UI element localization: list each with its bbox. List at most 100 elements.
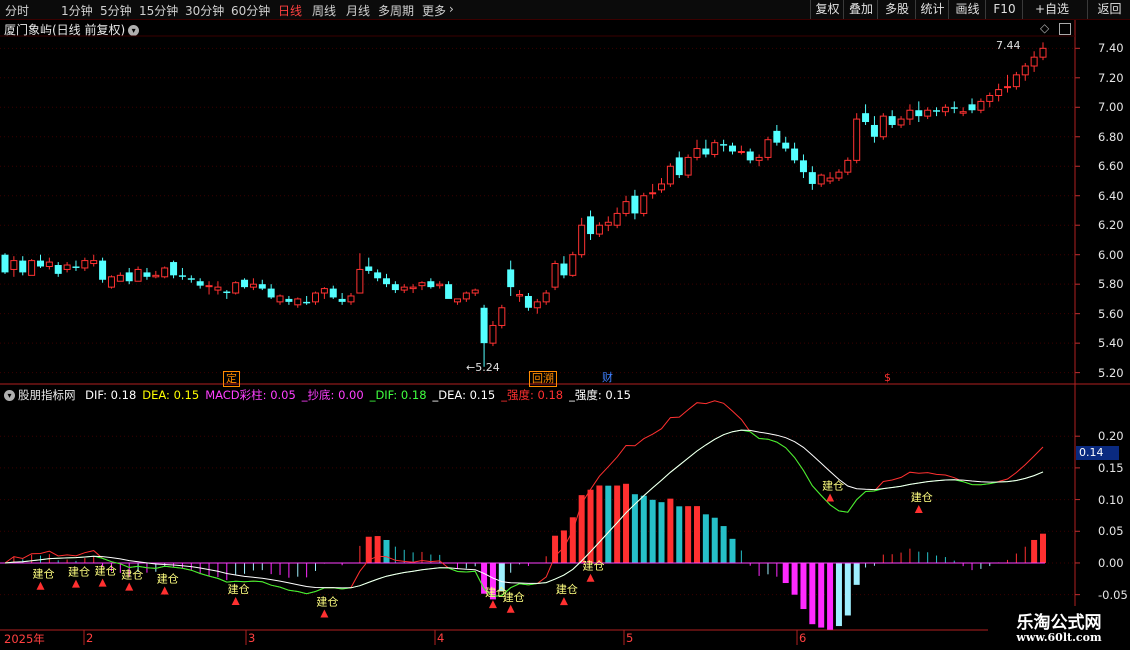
candle-body: [977, 100, 985, 111]
candle-body: [99, 260, 107, 280]
price-tick-label: 5.60: [1098, 306, 1124, 321]
indicator-legend-item: DIF: 0.18: [85, 388, 137, 402]
indicator-legend-item: _DEA: 0.15: [432, 388, 496, 402]
price-tick-label: 6.00: [1098, 247, 1124, 262]
buy-signal-label: 建仓: [68, 565, 90, 579]
up-arrow-icon: [826, 493, 835, 502]
watermark-url: www.60lt.com: [1016, 631, 1102, 644]
chevron-down-icon[interactable]: ▾: [4, 390, 15, 401]
price-tick-label: 6.40: [1098, 188, 1124, 203]
candle-body: [365, 266, 373, 271]
macd-bar: [374, 536, 381, 563]
candle-body: [595, 224, 603, 235]
candle-body: [81, 260, 89, 269]
macd-bar: [1031, 539, 1038, 563]
candle-body: [134, 268, 142, 282]
candle-body: [915, 110, 923, 117]
event-tag-cai[interactable]: 财: [600, 371, 615, 385]
candle-body: [436, 283, 444, 287]
macd-bar: [552, 535, 559, 563]
macd-bar: [818, 562, 825, 628]
macd-bar: [791, 562, 798, 595]
candle-body: [524, 295, 532, 308]
candle-body: [303, 301, 311, 304]
candle-body: [675, 157, 683, 176]
indicator-tick-label: 0.05: [1098, 524, 1124, 539]
up-arrow-icon: [586, 573, 595, 582]
candle-body: [241, 279, 249, 288]
buy-signal-label: 建仓: [157, 571, 179, 585]
candle-body: [560, 263, 568, 276]
candle-body: [338, 298, 346, 302]
candle-body: [453, 298, 461, 303]
candle-body: [1012, 74, 1020, 88]
candle-body: [879, 115, 887, 138]
candle-body: [844, 159, 852, 173]
candle-body: [649, 192, 657, 195]
indicator-tick-label: 0.20: [1098, 429, 1124, 444]
candle-body: [737, 151, 745, 154]
up-arrow-icon: [488, 600, 497, 609]
candle-body: [374, 272, 382, 279]
candle-body: [285, 298, 293, 302]
candle-body: [1004, 86, 1012, 89]
price-and-indicator-chart[interactable]: 建仓 建仓 建仓 建仓 建仓建仓建仓建仓建仓建仓建仓建仓建仓: [0, 0, 1130, 650]
candle-body: [356, 268, 364, 294]
candle-body: [382, 278, 390, 285]
macd-bar: [649, 499, 656, 563]
macd-bar: [614, 485, 621, 563]
candle-body: [791, 148, 799, 161]
event-tag-dollar[interactable]: $: [882, 371, 893, 385]
candle-body: [533, 301, 541, 309]
candle-body: [1039, 47, 1047, 58]
candle-body: [835, 171, 843, 179]
candle-body: [1, 254, 9, 273]
date-tick-label: 2: [86, 631, 94, 645]
candle-body: [427, 281, 435, 288]
event-tag-ding[interactable]: 定: [223, 371, 240, 387]
macd-bar: [711, 517, 718, 563]
indicator-tick-label: 0.00: [1098, 555, 1124, 570]
watermark: 乐淘公式网 www.60lt.com: [988, 606, 1130, 650]
buy-signal-label: 建仓: [316, 595, 338, 609]
min-price-label: ←5.24: [466, 361, 500, 374]
candle-body: [551, 263, 559, 288]
candle-body: [817, 174, 825, 185]
buy-signal-label: 建仓: [911, 490, 933, 504]
up-arrow-icon: [160, 586, 169, 595]
candle-body: [63, 264, 71, 270]
date-tick-label: 4: [437, 631, 445, 645]
candle-body: [888, 116, 896, 125]
price-tick-label: 7.20: [1098, 70, 1124, 85]
macd-bar: [578, 495, 585, 563]
up-arrow-icon: [98, 578, 107, 587]
candle-body: [72, 266, 80, 268]
price-tick-label: 5.20: [1098, 365, 1124, 380]
candle-body: [214, 286, 222, 291]
price-tick-label: 7.40: [1098, 41, 1124, 56]
indicator-legend-item: _强度: 0.15: [569, 388, 631, 402]
price-tick-label: 5.80: [1098, 277, 1124, 292]
candle-body: [1030, 56, 1038, 67]
up-arrow-icon: [914, 504, 923, 513]
indicator-legend-item: _强度: 0.18: [501, 388, 564, 402]
candle-body: [116, 274, 124, 282]
macd-bar: [640, 495, 647, 563]
candle-body: [205, 285, 213, 288]
candle-body: [312, 292, 320, 303]
up-arrow-icon: [71, 579, 80, 588]
indicator-line: [4, 429, 1044, 597]
macd-bar: [383, 539, 390, 563]
candle-body: [178, 275, 186, 277]
candle-body: [152, 274, 160, 278]
indicator-name[interactable]: 股朋指标网: [18, 388, 76, 402]
candle-body: [826, 177, 834, 182]
candle-body: [507, 269, 515, 288]
event-tag-huisu[interactable]: 回溯: [529, 371, 557, 387]
macd-bar: [702, 514, 709, 563]
candle-body: [107, 276, 115, 288]
candle-body: [746, 151, 754, 161]
current-indicator-value: 0.14: [1076, 446, 1119, 460]
candle-body: [320, 288, 328, 294]
up-arrow-icon: [320, 609, 329, 618]
